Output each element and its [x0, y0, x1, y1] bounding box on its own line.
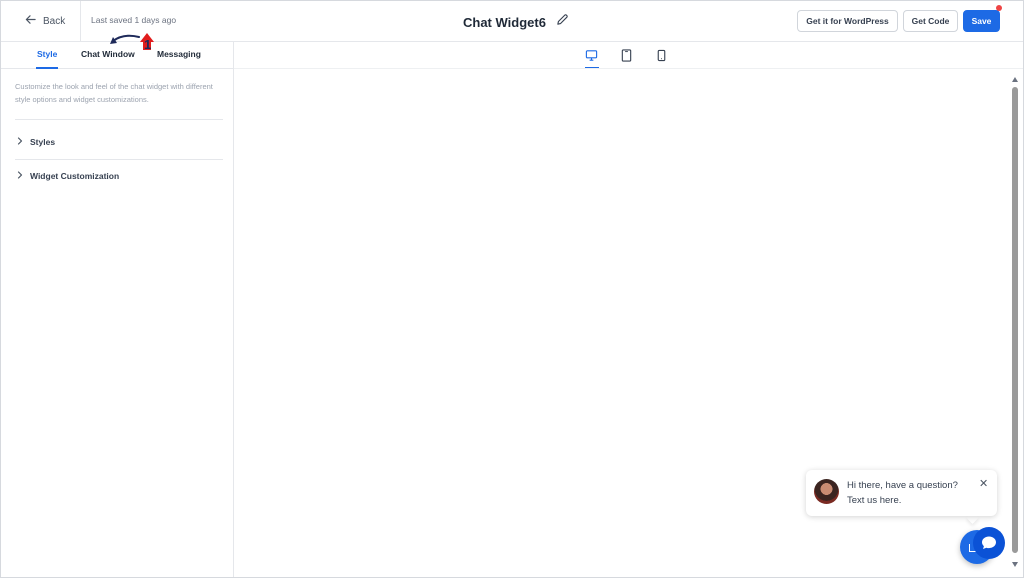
scrollbar-thumb[interactable] — [1012, 87, 1018, 553]
mobile-icon[interactable] — [654, 48, 669, 63]
scroll-up-arrow-icon[interactable] — [1012, 77, 1018, 82]
tab-style[interactable]: Style — [37, 49, 57, 59]
pencil-icon[interactable] — [556, 13, 569, 31]
settings-panel: Style Chat Window Messaging Customize th… — [1, 42, 234, 577]
header-divider — [80, 1, 81, 42]
chat-bubble-icon — [982, 536, 996, 549]
chevron-right-icon — [16, 171, 24, 181]
close-icon[interactable]: ✕ — [979, 477, 988, 490]
last-saved-text: Last saved 1 days ago — [91, 15, 177, 25]
back-label: Back — [43, 15, 66, 27]
app-window: Back Last saved 1 days ago Chat Widget6 … — [0, 0, 1024, 578]
accordion-label: Styles — [30, 137, 56, 147]
back-button[interactable]: Back — [25, 13, 65, 29]
bubble-message: Hi there, have a question? Text us here. — [847, 478, 958, 508]
bubble-line-2: Text us here. — [847, 495, 902, 506]
avatar — [814, 479, 839, 504]
desktop-icon[interactable] — [584, 48, 599, 63]
chat-prompt-bubble[interactable]: Hi there, have a question? Text us here.… — [806, 470, 997, 516]
annotation-number: 1 — [144, 37, 151, 52]
accordion-widget-customization[interactable]: Widget Customization — [16, 171, 119, 181]
accordion-label: Widget Customization — [30, 171, 120, 181]
arrow-left-icon — [25, 14, 36, 28]
page-title: Chat Widget6 — [463, 14, 546, 30]
step-annotation: 1 — [110, 33, 154, 52]
unsaved-indicator-dot — [996, 5, 1002, 11]
section-divider — [15, 119, 223, 120]
panel-description: Customize the look and feel of the chat … — [15, 82, 213, 104]
scroll-down-arrow-icon[interactable] — [1012, 562, 1018, 567]
section-divider — [15, 159, 223, 160]
active-tab-indicator — [36, 67, 58, 69]
bubble-line-1: Hi there, have a question? — [847, 480, 958, 491]
accordion-styles[interactable]: Styles — [16, 137, 55, 147]
annotation-arrow — [112, 34, 140, 42]
chevron-right-icon — [16, 137, 24, 147]
widget-title-group: Chat Widget6 — [463, 13, 569, 31]
save-button[interactable]: Save — [963, 10, 1000, 32]
tablet-icon[interactable] — [619, 48, 634, 63]
device-toggle — [584, 48, 669, 63]
chat-open-button[interactable] — [973, 527, 1005, 559]
get-it-for-wordpress-button[interactable]: Get it for WordPress — [797, 10, 898, 32]
preview-divider — [234, 68, 1023, 69]
get-code-button[interactable]: Get Code — [903, 10, 958, 32]
